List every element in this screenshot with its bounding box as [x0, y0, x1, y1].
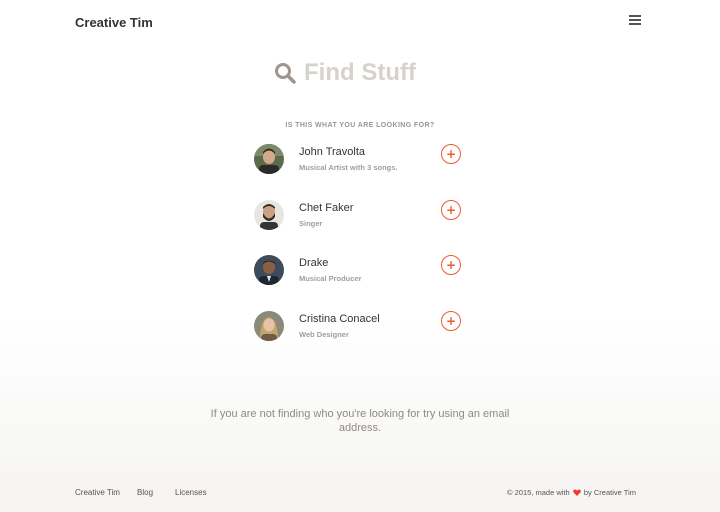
navbar: Creative Tim: [0, 0, 720, 44]
search-bar: [274, 56, 464, 90]
list-item: Drake Musical Producer +: [254, 255, 464, 289]
person-role: Web Designer: [299, 330, 349, 339]
brand-link[interactable]: Creative Tim: [75, 15, 153, 30]
footer-link-creative-tim[interactable]: Creative Tim: [75, 488, 120, 497]
results-heading: IS THIS WHAT YOU ARE LOOKING FOR?: [285, 122, 435, 129]
list-item: Cristina Conacel Web Designer +: [254, 311, 464, 345]
person-role: Musical Producer: [299, 274, 362, 283]
hamburger-menu-icon[interactable]: [629, 15, 643, 27]
list-item: Chet Faker Singer +: [254, 200, 464, 234]
person-name: Chet Faker: [299, 202, 354, 214]
copyright-prefix: © 2015, made with: [507, 488, 570, 497]
avatar[interactable]: [254, 255, 284, 285]
avatar[interactable]: [254, 200, 284, 230]
list-item: John Travolta Musical Artist with 3 song…: [254, 144, 464, 178]
add-person-button[interactable]: +: [441, 144, 461, 164]
person-name: Cristina Conacel: [299, 313, 380, 325]
person-role: Singer: [299, 219, 323, 228]
person-name: John Travolta: [299, 146, 366, 158]
footer-link-blog[interactable]: Blog: [137, 488, 153, 497]
search-icon[interactable]: [274, 62, 296, 84]
person-name: Drake: [299, 257, 329, 269]
add-person-button[interactable]: +: [441, 255, 461, 275]
copyright: © 2015, made with by Creative Tim: [507, 488, 636, 497]
add-person-button[interactable]: +: [441, 311, 461, 331]
search-input[interactable]: [304, 58, 454, 88]
avatar[interactable]: [254, 311, 284, 341]
footer-link-licenses[interactable]: Licenses: [175, 488, 207, 497]
help-text: If you are not finding who you're lookin…: [210, 408, 510, 434]
person-role: Musical Artist with 3 songs.: [299, 163, 398, 172]
add-person-button[interactable]: +: [441, 200, 461, 220]
heart-icon: [572, 489, 581, 496]
footer: Creative Tim Blog Licenses © 2015, made …: [0, 474, 720, 512]
copyright-suffix: by Creative Tim: [583, 488, 636, 497]
avatar[interactable]: [254, 144, 284, 174]
